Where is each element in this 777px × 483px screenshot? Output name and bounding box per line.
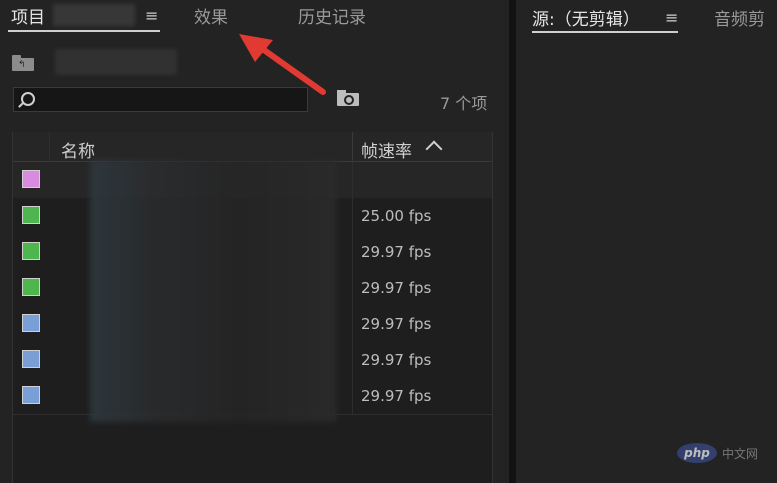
- column-divider: [49, 132, 50, 161]
- frame-rate-cell: 25.00 fps: [361, 207, 432, 225]
- label-color-swatch[interactable]: [22, 314, 40, 332]
- frame-rate-cell: 29.97 fps: [361, 279, 432, 297]
- panel-divider[interactable]: [509, 0, 516, 483]
- column-divider: [352, 234, 353, 270]
- column-frame-rate-header[interactable]: 帧速率: [361, 137, 412, 162]
- tab-source[interactable]: 源:（无剪辑）: [532, 5, 640, 30]
- label-color-swatch[interactable]: [22, 350, 40, 368]
- watermark: php 中文网: [677, 441, 758, 465]
- search-icon: [21, 92, 35, 106]
- column-divider: [352, 342, 353, 378]
- frame-rate-cell: 29.97 fps: [361, 387, 432, 405]
- active-tab-underline: [8, 30, 160, 32]
- arrow-annotation-icon: [239, 34, 326, 95]
- menu-icon[interactable]: ≡: [665, 8, 678, 27]
- column-divider: [352, 198, 353, 234]
- tab-project[interactable]: 项目: [11, 3, 45, 28]
- column-divider: [352, 378, 353, 414]
- column-divider: [352, 162, 353, 198]
- label-color-swatch[interactable]: [22, 386, 40, 404]
- frame-rate-cell: 29.97 fps: [361, 351, 432, 369]
- column-divider[interactable]: [352, 132, 353, 161]
- label-color-swatch[interactable]: [22, 170, 40, 188]
- label-color-swatch[interactable]: [22, 242, 40, 260]
- bin-search-icon[interactable]: [337, 90, 359, 106]
- active-tab-underline: [532, 31, 678, 33]
- watermark-text: 中文网: [722, 446, 759, 461]
- folder-up-icon[interactable]: ↰: [12, 55, 34, 71]
- sort-ascending-icon[interactable]: [425, 140, 443, 158]
- label-color-swatch[interactable]: [22, 206, 40, 224]
- label-color-swatch[interactable]: [22, 278, 40, 296]
- column-name-header[interactable]: 名称: [61, 137, 95, 162]
- redacted-project-name: [53, 4, 135, 26]
- redacted-bin-path: [55, 49, 177, 75]
- menu-icon[interactable]: ≡: [145, 6, 158, 25]
- redacted-clip-names: [90, 160, 337, 422]
- column-divider: [352, 306, 353, 342]
- watermark-logo: php: [677, 443, 717, 463]
- frame-rate-cell: 29.97 fps: [361, 315, 432, 333]
- frame-rate-cell: 29.97 fps: [361, 243, 432, 261]
- item-count: 7 个项: [440, 94, 488, 113]
- table-header: 名称 帧速率: [13, 132, 492, 162]
- column-divider: [352, 270, 353, 306]
- tab-history[interactable]: 历史记录: [298, 3, 366, 28]
- tab-effects[interactable]: 效果: [194, 3, 228, 28]
- tab-audio-clip-mixer[interactable]: 音频剪: [714, 5, 765, 30]
- source-monitor-panel: 源:（无剪辑） ≡ 音频剪: [516, 0, 777, 483]
- project-panel: 项目 ≡ 效果 历史记录 ↰ 7 个项 名称 帧速率 25.00 fps 29.…: [0, 0, 509, 483]
